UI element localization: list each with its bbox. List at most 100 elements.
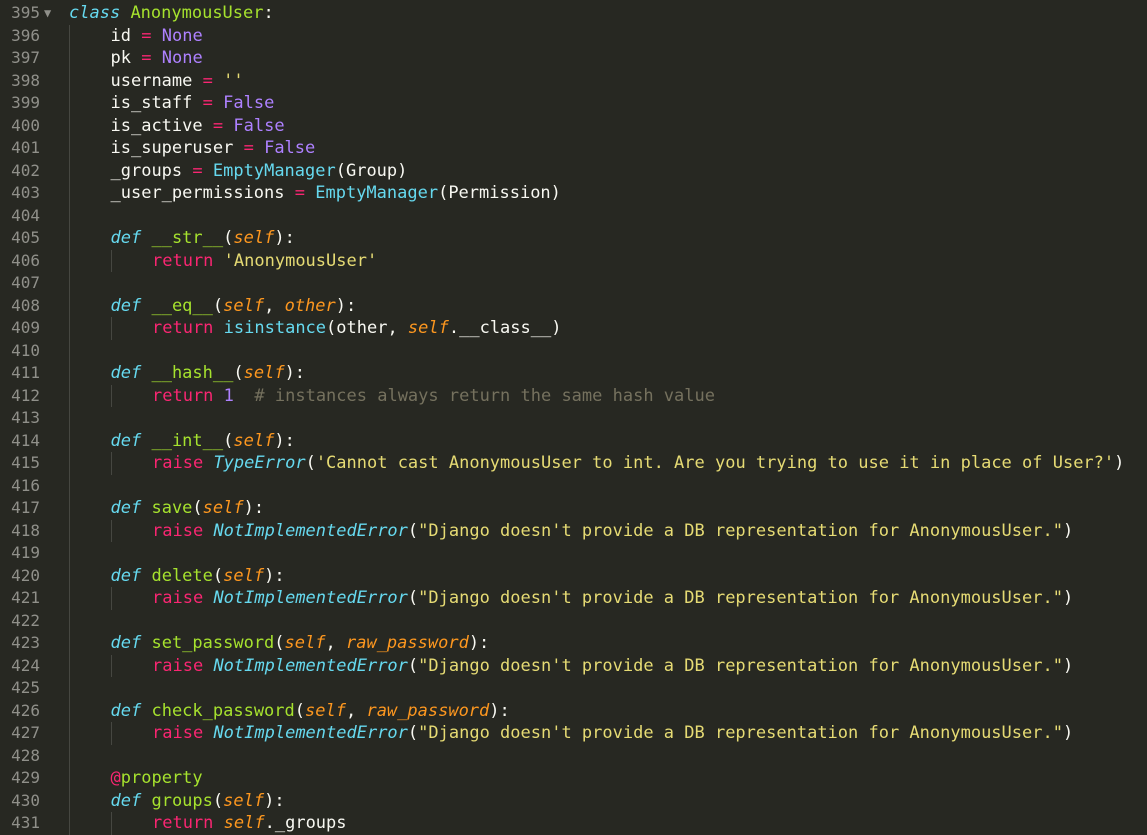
- code-line[interactable]: 430 def groups(self):: [0, 789, 1147, 812]
- code-line[interactable]: 412 return 1 # instances always return th…: [0, 384, 1147, 407]
- code-token: self: [202, 498, 244, 518]
- code-token: =: [202, 93, 213, 113]
- line-number: 424: [11, 655, 40, 675]
- code-token: _user_permissions: [110, 183, 285, 203]
- indent-guide: [110, 587, 112, 610]
- code-line[interactable]: 411 def __hash__(self):: [0, 362, 1147, 385]
- code-token: .__class__): [448, 318, 562, 338]
- code-line[interactable]: 410: [0, 339, 1147, 362]
- code-editor[interactable]: 395 ▼ class AnonymousUser: 396 id = None 397 p…: [0, 0, 1147, 835]
- triangle-down-icon[interactable]: ▼: [44, 2, 51, 25]
- code-token: set_password: [151, 633, 275, 653]
- code-token: EmptyManager: [315, 183, 439, 203]
- code-line[interactable]: 424 raise NotImplementedError("Django doe…: [0, 654, 1147, 677]
- code-token: (: [274, 633, 285, 653]
- indent-guide: [69, 587, 70, 610]
- code-token: isinstance: [223, 318, 327, 338]
- line-number: 422: [11, 610, 40, 630]
- indent-guide: [69, 789, 70, 812]
- code-token: '': [223, 70, 244, 91]
- code-line[interactable]: 422: [0, 609, 1147, 632]
- code-line[interactable]: 407: [0, 272, 1147, 295]
- code-token: delete: [151, 565, 213, 586]
- line-number: 404: [11, 205, 40, 225]
- code-line[interactable]: 417 def save(self):: [0, 497, 1147, 520]
- indent-guide: [69, 564, 70, 587]
- code-line[interactable]: 428: [0, 744, 1147, 767]
- code-line[interactable]: 415 raise TypeError('Cannot cast Anonymou…: [0, 452, 1147, 475]
- code-line[interactable]: 401 is_superuser = False: [0, 137, 1147, 160]
- code-token: raise: [152, 588, 204, 608]
- line-number: 400: [11, 115, 40, 135]
- code-token: id: [110, 25, 131, 46]
- code-token: (: [223, 228, 234, 248]
- line-number: 414: [11, 430, 40, 450]
- code-line[interactable]: 395 ▼ class AnonymousUser:: [0, 2, 1147, 25]
- code-token: False: [264, 138, 316, 158]
- indent-guide: [69, 47, 70, 70]
- code-line[interactable]: 404: [0, 204, 1147, 227]
- code-token: _groups: [110, 160, 183, 181]
- code-token: ): [1062, 655, 1074, 676]
- code-token: (Permission): [438, 183, 561, 203]
- indent-guide: [69, 317, 70, 340]
- code-line[interactable]: 420 def delete(self):: [0, 564, 1147, 587]
- code-token: raise: [152, 453, 204, 473]
- code-text: is_superuser = False: [111, 137, 316, 160]
- code-line[interactable]: 414 def __int__(self):: [0, 429, 1147, 452]
- code-token: =: [202, 70, 213, 91]
- indent-guide: [110, 384, 112, 407]
- code-line[interactable]: 423 def set_password(self, raw_password):: [0, 632, 1147, 655]
- code-line[interactable]: 427 raise NotImplementedError("Django doe…: [0, 722, 1147, 745]
- code-line[interactable]: 408 def __eq__(self, other):: [0, 294, 1147, 317]
- code-text: class AnonymousUser:: [69, 2, 274, 25]
- code-line[interactable]: 396 id = None: [0, 24, 1147, 47]
- code-token: =: [212, 115, 224, 136]
- line-number: 416: [11, 475, 40, 495]
- line-number: 417: [11, 498, 40, 517]
- code-line[interactable]: 426 def check_password(self, raw_password…: [0, 699, 1147, 722]
- code-token: (: [233, 363, 244, 383]
- indent-guide: [69, 632, 70, 655]
- code-token: raise: [152, 520, 204, 541]
- line-number: 421: [11, 588, 40, 607]
- code-line[interactable]: 400 is_active = False: [0, 114, 1147, 137]
- code-line[interactable]: 413: [0, 407, 1147, 430]
- code-line[interactable]: 398 username = '': [0, 69, 1147, 92]
- code-line[interactable]: 429 @property: [0, 767, 1147, 790]
- code-token: =: [294, 183, 305, 203]
- indent-guide: [69, 339, 70, 362]
- line-number: 403: [11, 183, 40, 202]
- code-token: __str__: [151, 228, 224, 248]
- code-line[interactable]: 416: [0, 474, 1147, 497]
- code-token: ): [1062, 588, 1074, 608]
- code-line[interactable]: 399 is_staff = False: [0, 92, 1147, 115]
- code-text: is_staff = False: [111, 92, 275, 115]
- code-line[interactable]: 397 pk = None: [0, 47, 1147, 70]
- code-line[interactable]: 431 return self._groups: [0, 812, 1147, 835]
- code-line[interactable]: 403 _user_permissions = EmptyManager(Perm…: [0, 182, 1147, 205]
- code-line[interactable]: 425: [0, 677, 1147, 700]
- code-line[interactable]: 406 return 'AnonymousUser': [0, 249, 1147, 272]
- code-token: # instances always return the same hash …: [254, 385, 715, 406]
- code-token: __eq__: [151, 295, 213, 316]
- code-line[interactable]: 402 _groups = EmptyManager(Group): [0, 159, 1147, 182]
- line-number: 425: [11, 678, 40, 697]
- code-line[interactable]: 419: [0, 542, 1147, 565]
- code-line[interactable]: 405 def __str__(self):: [0, 227, 1147, 250]
- code-line[interactable]: 418 raise NotImplementedError("Django doe…: [0, 519, 1147, 542]
- indent-guide: [69, 272, 70, 295]
- code-line[interactable]: 409 return isinstance(other, self.__class…: [0, 317, 1147, 340]
- code-line[interactable]: 421 raise NotImplementedError("Django doe…: [0, 587, 1147, 610]
- code-token: "Django doesn't provide a DB representat…: [418, 520, 1063, 541]
